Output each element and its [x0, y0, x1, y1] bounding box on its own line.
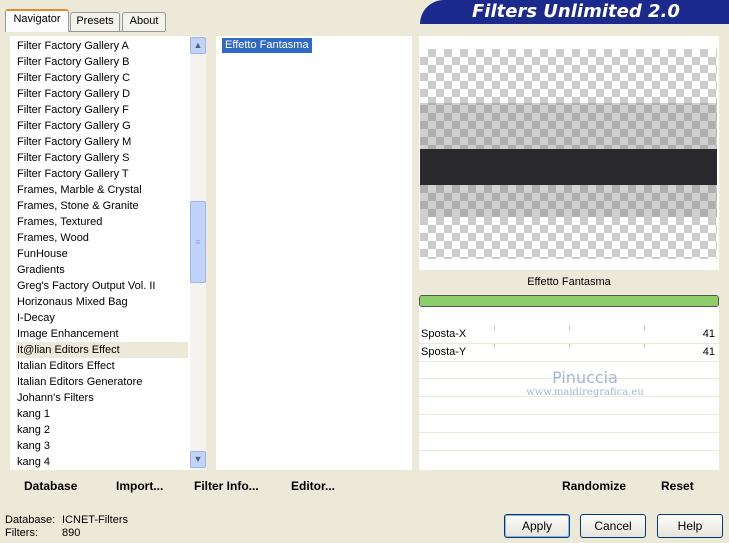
editor-button[interactable]: Editor... — [291, 478, 335, 494]
preview-image — [420, 49, 717, 259]
preview-band-dark — [420, 149, 717, 185]
category-list[interactable]: Filter Factory Gallery A Filter Factory G… — [16, 38, 188, 470]
category-item[interactable]: kang 3 — [16, 438, 188, 454]
param-label: Sposta-Y — [421, 346, 467, 358]
category-item[interactable]: kang 1 — [16, 406, 188, 422]
category-item[interactable]: I-Decay — [16, 310, 188, 326]
scroll-up-button[interactable]: ▲ — [190, 37, 206, 54]
param-slider-empty — [419, 398, 719, 415]
category-item[interactable]: Filter Factory Gallery A — [16, 38, 188, 54]
category-item[interactable]: Horizonaus Mixed Bag — [16, 294, 188, 310]
category-item[interactable]: Greg's Factory Output Vol. II — [16, 278, 188, 294]
category-item[interactable]: Frames, Textured — [16, 214, 188, 230]
category-item[interactable]: Filter Factory Gallery G — [16, 118, 188, 134]
category-item[interactable]: Frames, Wood — [16, 230, 188, 246]
preview-panel: Effetto Fantasma Sposta-X 41 Sposta-Y 41 — [419, 36, 719, 470]
category-item[interactable]: kang 4 — [16, 454, 188, 470]
watermark-url: www.maidiregrafica.eu — [526, 387, 644, 398]
tab-navigator[interactable]: Navigator — [5, 9, 69, 32]
category-item[interactable]: Filter Factory Gallery M — [16, 134, 188, 150]
category-item[interactable]: Image Enhancement — [16, 326, 188, 342]
watermark: Pinuccia www.maidiregrafica.eu — [490, 368, 680, 398]
preview-band-light — [420, 185, 717, 217]
randomize-button[interactable]: Randomize — [562, 478, 626, 494]
effect-item-selected[interactable]: Effetto Fantasma — [222, 38, 312, 53]
category-item[interactable]: Italian Editors Effect — [16, 358, 188, 374]
status-filters-label: Filters: — [5, 527, 38, 539]
status-filters-value: 890 — [62, 527, 81, 539]
category-item[interactable]: It@lian Editors Effect — [16, 342, 188, 358]
category-item[interactable]: Frames, Stone & Granite — [16, 198, 188, 214]
database-button[interactable]: Database — [24, 478, 77, 494]
effect-name-label: Effetto Fantasma — [419, 270, 719, 296]
param-slider-empty — [419, 434, 719, 451]
tab-presets[interactable]: Presets — [70, 12, 120, 31]
param-slider-empty — [419, 416, 719, 433]
apply-button[interactable]: Apply — [504, 514, 570, 538]
category-item[interactable]: Filter Factory Gallery T — [16, 166, 188, 182]
category-item[interactable]: Filter Factory Gallery S — [16, 150, 188, 166]
scroll-down-button[interactable]: ▼ — [190, 451, 206, 468]
param-slider-y[interactable]: Sposta-Y 41 — [419, 344, 719, 362]
status-database: Database: ICNET-Filters — [5, 514, 128, 527]
cancel-button[interactable]: Cancel — [580, 514, 646, 538]
category-scrollbar[interactable]: ▲ ≡ ▼ — [190, 36, 206, 470]
param-slider-empty — [419, 452, 719, 469]
category-item[interactable]: Filter Factory Gallery B — [16, 54, 188, 70]
param-value: 41 — [702, 346, 715, 358]
reset-button[interactable]: Reset — [661, 478, 694, 494]
category-item[interactable]: Filter Factory Gallery C — [16, 70, 188, 86]
import-button[interactable]: Import... — [116, 478, 163, 494]
app-title: Filters Unlimited 2.0 — [472, 1, 680, 22]
category-item[interactable]: Johann's Filters — [16, 390, 188, 406]
status-database-value: ICNET-Filters — [62, 514, 128, 526]
tab-about[interactable]: About — [122, 12, 166, 31]
category-item[interactable]: Filter Factory Gallery D — [16, 86, 188, 102]
filter-info-button[interactable]: Filter Info... — [194, 478, 259, 494]
category-item[interactable]: Gradients — [16, 262, 188, 278]
scroll-thumb[interactable]: ≡ — [190, 201, 206, 283]
category-list-panel: Filter Factory Gallery A Filter Factory G… — [10, 36, 206, 470]
param-label: Sposta-X — [421, 328, 467, 340]
status-filters: Filters: 890 — [5, 527, 80, 540]
app-title-banner: Filters Unlimited 2.0 — [420, 0, 729, 24]
watermark-name: Pinuccia — [552, 368, 618, 387]
progress-bar — [419, 295, 719, 307]
progress-fill — [420, 296, 718, 306]
category-item[interactable]: Italian Editors Generatore — [16, 374, 188, 390]
effects-list-panel: Effetto Fantasma — [216, 36, 412, 470]
param-slider-x[interactable]: Sposta-X 41 — [419, 326, 719, 344]
category-item[interactable]: Frames, Marble & Crystal — [16, 182, 188, 198]
help-button[interactable]: Help — [657, 514, 723, 538]
preview-band-light — [420, 103, 717, 149]
category-item[interactable]: Filter Factory Gallery F — [16, 102, 188, 118]
param-value: 41 — [702, 328, 715, 340]
category-item[interactable]: kang 2 — [16, 422, 188, 438]
category-item[interactable]: FunHouse — [16, 246, 188, 262]
status-database-label: Database: — [5, 514, 56, 526]
